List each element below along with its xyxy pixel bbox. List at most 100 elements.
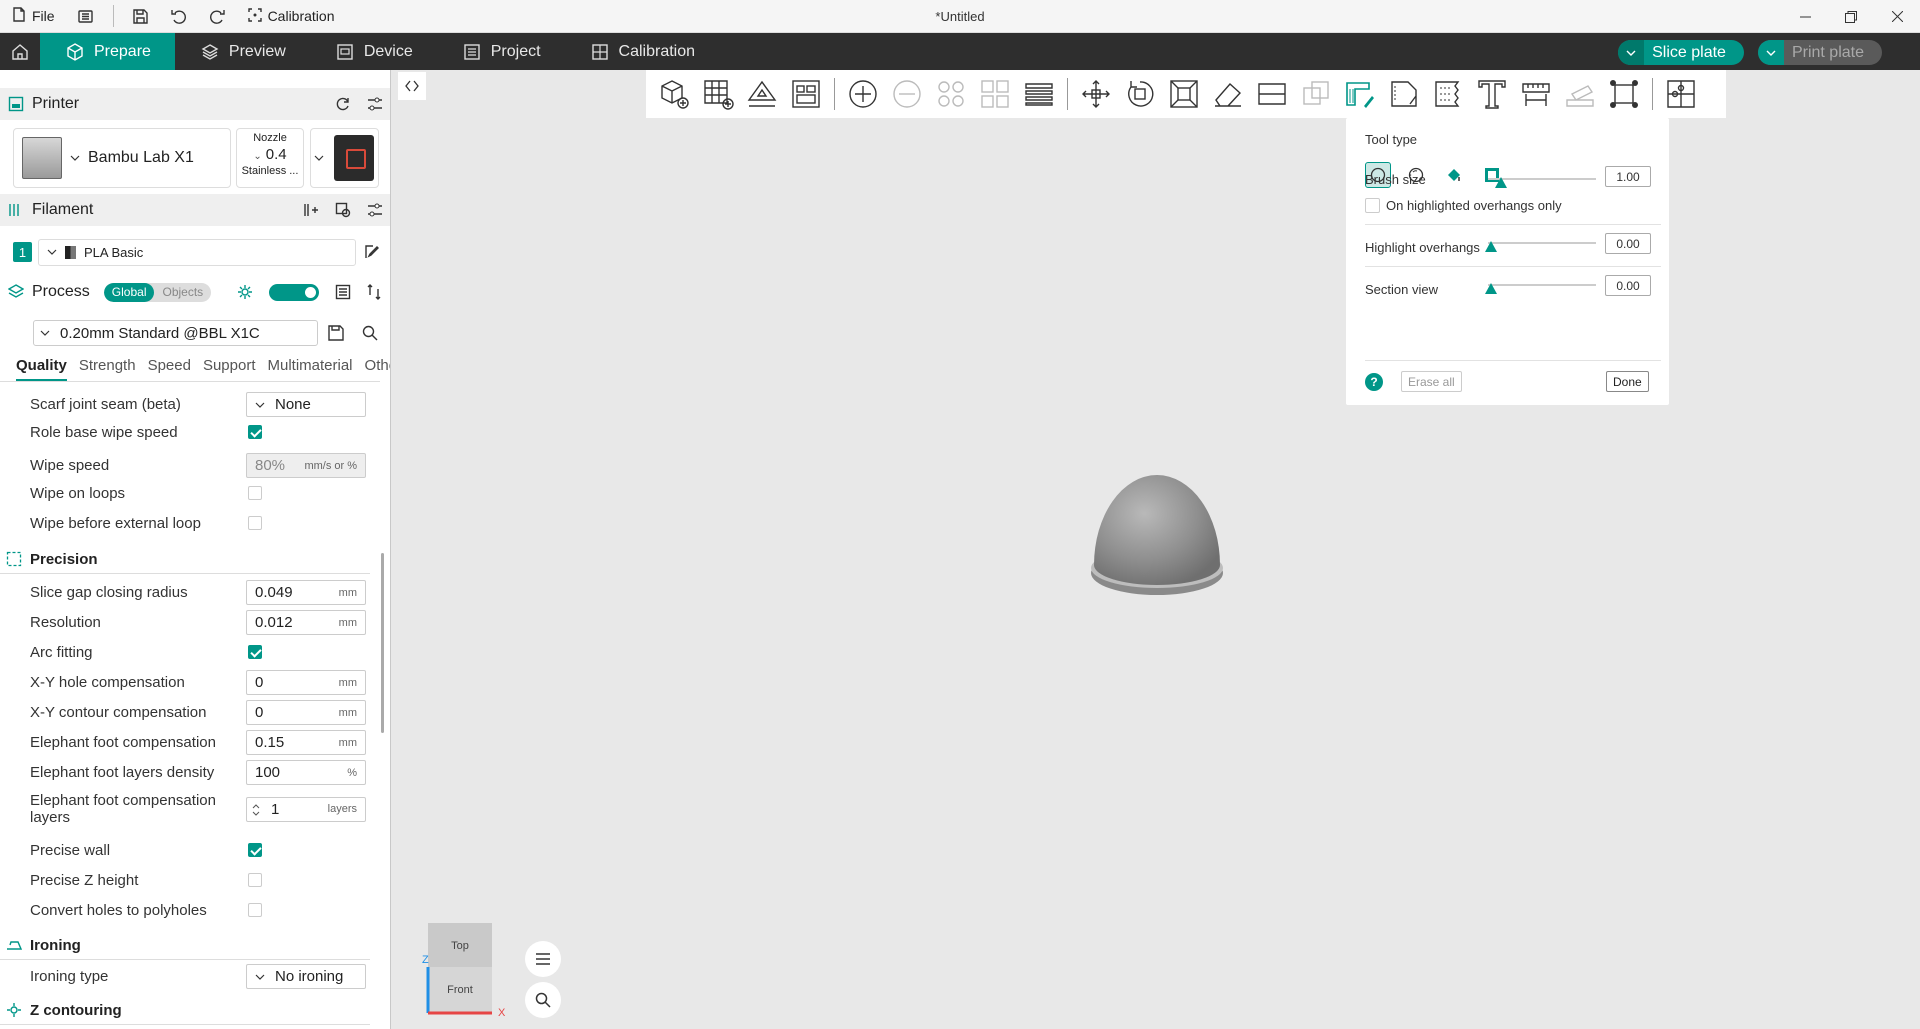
minimize-button[interactable] bbox=[1782, 0, 1828, 33]
object-list-button[interactable] bbox=[525, 941, 561, 977]
brush-size-input[interactable]: 1.00 bbox=[1605, 166, 1651, 187]
search-icon[interactable] bbox=[362, 325, 378, 341]
sidebar-scrollbar[interactable] bbox=[381, 553, 384, 733]
chevron-down-icon[interactable] bbox=[1618, 40, 1645, 65]
tab-others[interactable]: Others bbox=[365, 357, 390, 381]
tab-preview[interactable]: Preview bbox=[175, 33, 310, 70]
scale-tool-button[interactable] bbox=[1162, 72, 1206, 116]
remove-instance-button[interactable] bbox=[885, 72, 929, 116]
scope-global[interactable]: Global bbox=[103, 282, 155, 302]
section-view-slider[interactable] bbox=[1485, 283, 1596, 294]
overhang-only-option[interactable]: On highlighted overhangs only bbox=[1365, 198, 1562, 213]
resolution-input[interactable]: 0.012 mm bbox=[246, 610, 366, 635]
gear-icon[interactable] bbox=[237, 284, 253, 300]
settings-sliders-icon[interactable] bbox=[367, 96, 383, 112]
rotate-tool-button[interactable] bbox=[1118, 72, 1162, 116]
slice-plate-button[interactable]: Slice plate bbox=[1618, 40, 1744, 65]
xy-contour-input[interactable]: 0 mm bbox=[246, 700, 366, 725]
filament-sync-icon[interactable] bbox=[335, 202, 351, 218]
role-wipe-checkbox[interactable] bbox=[248, 425, 262, 439]
section-view-input[interactable]: 0.00 bbox=[1605, 275, 1651, 296]
add-instance-button[interactable] bbox=[841, 72, 885, 116]
process-preset-selector[interactable]: 0.20mm Standard @BBL X1C bbox=[33, 320, 318, 346]
ef-compensation-input[interactable]: 0.15 mm bbox=[246, 730, 366, 755]
calibration-menu[interactable]: Calibration bbox=[236, 0, 347, 33]
slice-gap-input[interactable]: 0.049 mm bbox=[246, 580, 366, 605]
fuzzy-skin-paint-button[interactable] bbox=[1426, 72, 1470, 116]
dome-model[interactable] bbox=[1090, 470, 1224, 597]
tab-device[interactable]: Device bbox=[310, 33, 437, 70]
add-plate-button[interactable] bbox=[696, 72, 740, 116]
brim-ears-button[interactable] bbox=[1602, 72, 1646, 116]
seam-paint-button[interactable] bbox=[1382, 72, 1426, 116]
ef-layers-stepper[interactable]: 1 layers bbox=[246, 796, 366, 822]
edit-icon[interactable] bbox=[364, 244, 380, 260]
split-objects-button[interactable] bbox=[929, 72, 973, 116]
advanced-toggle[interactable] bbox=[269, 283, 319, 301]
tab-speed[interactable]: Speed bbox=[148, 357, 191, 381]
sync-icon[interactable] bbox=[335, 96, 351, 112]
slider-knob[interactable] bbox=[1495, 177, 1507, 188]
tab-project[interactable]: Project bbox=[437, 33, 565, 70]
precise-z-checkbox[interactable] bbox=[248, 873, 262, 887]
tab-strength[interactable]: Strength bbox=[79, 357, 136, 381]
wipe-loops-checkbox[interactable] bbox=[248, 486, 262, 500]
redo-button[interactable] bbox=[198, 0, 236, 33]
wipe-speed-input[interactable]: 80% mm/s or % bbox=[246, 453, 366, 478]
scarf-seam-select[interactable]: None bbox=[246, 392, 366, 417]
highlight-overhangs-slider[interactable] bbox=[1485, 241, 1596, 252]
chevron-down-icon[interactable] bbox=[1757, 40, 1784, 65]
slider-knob[interactable] bbox=[1485, 241, 1497, 252]
close-button[interactable] bbox=[1874, 0, 1920, 33]
assembly-tool-button[interactable] bbox=[1558, 72, 1602, 116]
lay-on-face-button[interactable] bbox=[1206, 72, 1250, 116]
polyholes-checkbox[interactable] bbox=[248, 903, 262, 917]
process-scope-toggle[interactable]: Global Objects bbox=[103, 282, 212, 302]
hamburger-menu-button[interactable] bbox=[67, 0, 105, 33]
restore-button[interactable] bbox=[1828, 0, 1874, 33]
filament-selector[interactable]: PLA Basic bbox=[38, 238, 356, 266]
file-menu[interactable]: File bbox=[0, 0, 67, 33]
tab-prepare[interactable]: Prepare bbox=[40, 33, 175, 70]
arrange-button[interactable] bbox=[784, 72, 828, 116]
ironing-type-select[interactable]: No ironing bbox=[246, 964, 366, 989]
arc-fitting-checkbox[interactable] bbox=[248, 645, 262, 659]
printer-selector[interactable]: Bambu Lab X1 bbox=[13, 128, 231, 188]
boolean-tool-button[interactable] bbox=[1294, 72, 1338, 116]
measure-tool-button[interactable] bbox=[1514, 72, 1558, 116]
layers-editing-button[interactable] bbox=[1017, 72, 1061, 116]
view-cube[interactable]: Top Front Z X bbox=[420, 920, 520, 1020]
scope-objects[interactable]: Objects bbox=[154, 285, 211, 299]
print-plate-button[interactable]: Print plate bbox=[1757, 40, 1882, 65]
add-object-button[interactable] bbox=[652, 72, 696, 116]
zoom-fit-button[interactable] bbox=[525, 982, 561, 1018]
settings-sliders-icon[interactable] bbox=[367, 202, 383, 218]
split-parts-button[interactable] bbox=[973, 72, 1017, 116]
text-tool-button[interactable] bbox=[1470, 72, 1514, 116]
wipe-external-checkbox[interactable] bbox=[248, 516, 262, 530]
tab-multimaterial[interactable]: Multimaterial bbox=[268, 357, 353, 381]
done-button[interactable]: Done bbox=[1606, 371, 1649, 392]
ef-density-input[interactable]: 100% bbox=[246, 760, 366, 785]
stepper-arrows-icon[interactable] bbox=[252, 803, 260, 817]
auto-orient-button[interactable] bbox=[740, 72, 784, 116]
undo-button[interactable] bbox=[160, 0, 198, 33]
tab-calibration[interactable]: Calibration bbox=[565, 33, 719, 70]
highlight-overhangs-input[interactable]: 0.00 bbox=[1605, 233, 1651, 254]
fill-tool-button[interactable] bbox=[1441, 162, 1467, 188]
save-button[interactable] bbox=[122, 0, 160, 33]
add-filament-icon[interactable] bbox=[303, 202, 319, 218]
tab-quality[interactable]: Quality bbox=[16, 357, 67, 381]
tab-support[interactable]: Support bbox=[203, 357, 256, 381]
erase-all-button[interactable]: Erase all bbox=[1401, 371, 1462, 392]
compare-icon[interactable] bbox=[367, 284, 383, 300]
precise-wall-checkbox[interactable] bbox=[248, 843, 262, 857]
collapse-sidebar-button[interactable] bbox=[398, 72, 426, 100]
slider-knob[interactable] bbox=[1485, 283, 1497, 294]
nozzle-selector[interactable]: Nozzle ⌄ 0.4 Stainless ... bbox=[236, 128, 304, 188]
plugin-tool-button[interactable] bbox=[1659, 72, 1703, 116]
home-button[interactable] bbox=[0, 33, 40, 70]
cut-tool-button[interactable] bbox=[1250, 72, 1294, 116]
list-icon[interactable] bbox=[335, 284, 351, 300]
plate-type-selector[interactable] bbox=[310, 128, 379, 188]
